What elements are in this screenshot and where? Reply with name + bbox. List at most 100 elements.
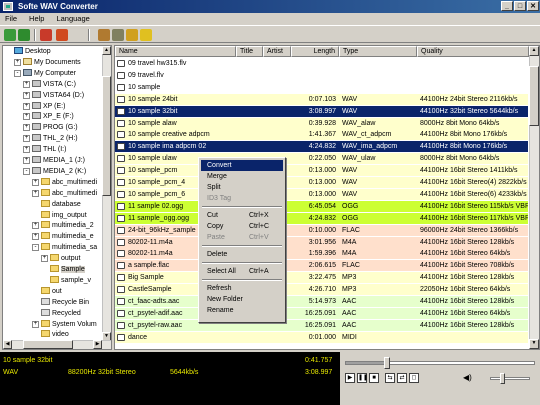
tree-node[interactable]: Recycled (32, 308, 81, 319)
ctx-delete[interactable]: Delete (201, 249, 283, 260)
output-icon[interactable]: ◻ (409, 373, 419, 383)
expand-icon[interactable]: + (32, 320, 39, 328)
tree-node[interactable]: + PROG (G:) (23, 123, 78, 133)
tree-node[interactable]: + multimedia_e (32, 232, 94, 242)
ctx-select-all[interactable]: Select All Ctrl+A (201, 266, 283, 277)
scroll-left-icon[interactable]: ◀ (3, 340, 12, 349)
table-row[interactable]: 24-bit_96kHz_sample 0:10.000 FLAC 96000Hz 2… (115, 224, 528, 236)
tree-node[interactable]: Sample (41, 265, 85, 275)
help-icon[interactable] (140, 29, 152, 41)
convert-icon[interactable] (40, 29, 52, 41)
tree-node[interactable]: - MEDIA_2 (K:) (23, 166, 86, 177)
search-icon[interactable] (126, 29, 138, 41)
expand-icon[interactable]: + (23, 146, 30, 154)
tree-node[interactable]: + My Documents (14, 57, 81, 68)
volume-thumb[interactable] (500, 373, 506, 384)
ctx-split[interactable]: Split (201, 182, 283, 193)
settings-icon[interactable] (112, 29, 124, 41)
expand-icon[interactable]: + (23, 80, 30, 88)
col-header-artist[interactable]: Artist (263, 46, 291, 57)
tree-node[interactable]: img_output (32, 210, 87, 221)
collapse-icon[interactable]: - (14, 69, 21, 77)
expand-icon[interactable]: + (23, 157, 30, 164)
tree-node[interactable]: out (32, 286, 62, 297)
batch-convert-icon[interactable] (56, 29, 68, 41)
tree-node[interactable]: Desktop (5, 47, 51, 57)
table-row[interactable]: 10 sample_pcm_4 0:13.000 WAV 44100Hz 16bit … (115, 177, 528, 188)
col-header-type[interactable]: Type (339, 46, 417, 57)
tree-node[interactable]: - multimedia_sa (32, 243, 97, 253)
list-scroll-thumb[interactable] (529, 66, 539, 126)
table-row[interactable]: 80202-11.m4a 3:01.956 M4A 44100Hz 16bit Ste… (115, 236, 528, 248)
shuffle-icon[interactable]: ⇄ (397, 373, 407, 383)
table-row[interactable]: 09 travel.flv (115, 69, 528, 81)
expand-icon[interactable]: + (32, 178, 39, 186)
table-row[interactable]: 10 sample ima adpcm 02 4:24.832 WAV_ima_ad… (115, 141, 528, 153)
table-row[interactable]: 11 sample 02.ogg 6:45.054 OGG 44100Hz 16bit… (115, 200, 528, 212)
tree-node[interactable]: database (32, 199, 81, 210)
close-button[interactable]: ✕ (527, 1, 539, 11)
table-row[interactable]: 10 sample creative adpcm 1:41.367 WAV_ct_a… (115, 129, 528, 141)
tree-scroll-thumb[interactable] (102, 76, 111, 196)
list-scroll-down-icon[interactable]: ▼ (529, 339, 539, 349)
seek-thumb[interactable] (384, 357, 391, 369)
expand-icon[interactable]: + (23, 135, 30, 143)
tree-hscroll-thumb[interactable] (23, 340, 73, 349)
expand-icon[interactable]: + (32, 233, 39, 241)
add-files-icon[interactable] (4, 29, 16, 41)
table-row[interactable]: 09 travel hw315.flv (115, 58, 528, 69)
tree-node[interactable]: + VISTA64 (D:) (23, 90, 84, 101)
table-row[interactable]: 10 sample 32bit 3:08.997 WAV 44100Hz 32bit … (115, 105, 528, 117)
collapse-icon[interactable]: - (23, 167, 30, 175)
table-row[interactable]: 10 sample_pcm_6 0:13.000 WAV 44100Hz 16bit … (115, 188, 528, 200)
table-row[interactable]: CastleSample 4:26.710 MP3 22050Hz 16bit Ste… (115, 284, 528, 296)
ctx-new-folder[interactable]: New Folder (201, 294, 283, 305)
table-row[interactable]: 10 sample (115, 81, 528, 93)
volume-slider[interactable] (490, 373, 530, 384)
ctx-convert[interactable]: Convert (201, 160, 283, 171)
tree-node[interactable]: + multimedia_2 (32, 221, 94, 231)
scroll-up-icon[interactable]: ▲ (102, 46, 111, 55)
ctx-merge[interactable]: Merge (201, 171, 283, 182)
collapse-icon[interactable]: - (32, 244, 39, 252)
tree-node[interactable]: + abc_multimedi (32, 177, 97, 188)
tree-vertical-scrollbar[interactable]: ▲ ▼ (102, 46, 111, 341)
ctx-cut[interactable]: Cut Ctrl+X (201, 210, 283, 221)
table-row[interactable]: dance 0:01.000 MIDI (115, 331, 528, 343)
menu-file[interactable]: File (0, 14, 22, 23)
expand-icon[interactable]: + (23, 124, 30, 132)
minimize-button[interactable]: _ (501, 1, 513, 11)
play-icon[interactable]: ▶ (345, 373, 355, 383)
ctx-id3-tag[interactable]: ID3 Tag (201, 193, 283, 204)
tree-node[interactable]: + VISTA (C:) (23, 79, 76, 90)
list-scroll-up-icon[interactable]: ▲ (529, 46, 539, 56)
ctx-paste[interactable]: Paste Ctrl+V (201, 232, 283, 243)
table-row[interactable]: Big Sample 3:22.475 MP3 44100Hz 16bit Stere… (115, 272, 528, 284)
col-header-name[interactable]: Name (115, 46, 236, 57)
tree-node[interactable]: + XP_E (F:) (23, 112, 74, 122)
repeat-icon[interactable]: ⇆ (385, 373, 395, 383)
col-header-quality[interactable]: Quality (417, 46, 529, 57)
menu-help[interactable]: Help (24, 14, 49, 23)
tree-node[interactable]: + THL (I:) (23, 145, 66, 155)
tree-horizontal-scrollbar[interactable]: ◀ ▶ (3, 340, 111, 349)
list-vertical-scrollbar[interactable]: ▲ ▼ (529, 46, 539, 349)
pause-icon[interactable]: ❚❚ (357, 373, 368, 383)
table-row[interactable]: 10 sample ulaw 0:22.050 WAV_ulaw 8000Hz 8bi… (115, 153, 528, 165)
col-header-length[interactable]: Length (291, 46, 339, 57)
refresh-icon[interactable] (18, 29, 30, 41)
expand-icon[interactable]: + (23, 91, 30, 99)
ctx-copy[interactable]: Copy Ctrl+C (201, 221, 283, 232)
expand-icon[interactable]: + (14, 58, 21, 66)
folder-tree[interactable]: video + System Volum Recycled Recycle Bin out… (2, 45, 112, 350)
maximize-button[interactable]: □ (514, 1, 526, 11)
expand-icon[interactable]: + (32, 189, 39, 197)
expand-icon[interactable]: + (23, 113, 30, 121)
table-row[interactable]: 10 sample alaw 0:39.928 WAV_alaw 8000Hz 8bi… (115, 117, 528, 129)
expand-icon[interactable]: + (41, 255, 48, 263)
tree-node[interactable]: + MEDIA_1 (J:) (23, 156, 85, 166)
table-row[interactable]: 11 sample_ogg.ogg 4:24.832 OGG 44100Hz 16bi… (115, 212, 528, 224)
expand-icon[interactable]: + (23, 102, 30, 110)
seek-bar[interactable] (345, 357, 535, 369)
table-row[interactable]: 10 sample 24bit 0:07.103 WAV 44100Hz 24bit … (115, 93, 528, 105)
